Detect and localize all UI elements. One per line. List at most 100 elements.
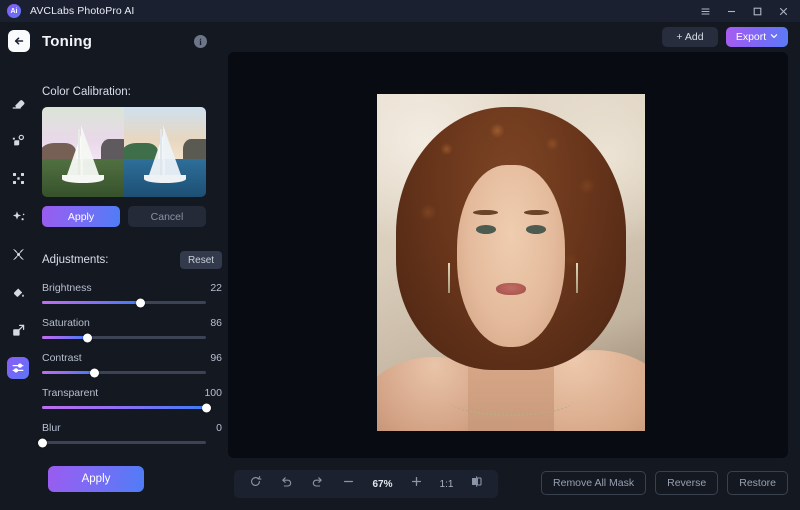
info-icon[interactable]: i <box>194 35 207 48</box>
sidebar-item-ai-retouch-tool[interactable] <box>7 129 29 151</box>
slider-brightness: Brightness 22 <box>42 282 222 307</box>
eraser-icon <box>11 95 26 110</box>
left-panel: Toning i Color Calibration: Apply Cancel… <box>0 22 228 510</box>
slider-value: 100 <box>204 387 222 399</box>
minus-icon <box>342 475 355 493</box>
sparkle-star-icon <box>11 209 26 224</box>
chevron-down-icon <box>770 31 778 43</box>
slider-transparent: Transparent 100 <box>42 387 222 412</box>
undo-button[interactable] <box>275 474 299 494</box>
sailboat-before-after-preview[interactable] <box>42 107 206 197</box>
sidebar-item-background-tool[interactable] <box>7 243 29 265</box>
paint-bucket-icon <box>11 285 26 300</box>
image-canvas[interactable] <box>228 52 788 458</box>
slider-track[interactable] <box>42 368 206 377</box>
remove-all-mask-button[interactable]: Remove All Mask <box>541 471 647 495</box>
slider-value: 0 <box>216 422 222 434</box>
app-window: Ai AVCLabs PhotoPro AI Toning i Color Ca… <box>0 0 800 510</box>
export-label: Export <box>735 31 767 43</box>
top-bar: + Add Export <box>228 22 800 52</box>
tool-rail <box>0 60 36 510</box>
zoom-out-button[interactable] <box>337 474 361 494</box>
panel-header: Toning i <box>0 22 228 60</box>
slider-thumb[interactable] <box>135 298 145 307</box>
sidebar-item-enhance-tool[interactable] <box>7 205 29 227</box>
slider-label: Blur <box>42 422 61 434</box>
undo-arrow-icon <box>280 475 293 493</box>
portrait-photo[interactable] <box>377 94 645 431</box>
calibration-apply-button[interactable]: Apply <box>42 206 120 227</box>
sidebar-item-color-fill-tool[interactable] <box>7 281 29 303</box>
magic-wand-sparkle-icon <box>11 133 26 148</box>
plus-icon <box>410 475 423 493</box>
color-calibration-label: Color Calibration: <box>42 86 131 98</box>
zoom-in-button[interactable] <box>405 474 429 494</box>
window-controls <box>692 0 796 22</box>
slider-thumb[interactable] <box>89 368 99 377</box>
restore-button[interactable]: Restore <box>727 471 788 495</box>
sliders-icon <box>11 361 25 375</box>
slider-fill <box>42 406 206 409</box>
expand-corners-icon <box>11 171 26 186</box>
slider-label: Transparent <box>42 387 99 399</box>
maximize-icon[interactable] <box>744 0 770 22</box>
export-button[interactable]: Export <box>726 27 788 47</box>
slider-thumb[interactable] <box>201 403 211 412</box>
sidebar-item-erase-tool[interactable] <box>7 91 29 113</box>
toning-panel-body: Color Calibration: Apply Cancel Adjustme… <box>36 60 228 510</box>
redo-button[interactable] <box>306 474 330 494</box>
refresh-circle-icon <box>249 475 262 493</box>
calibration-cancel-button[interactable]: Cancel <box>128 206 206 227</box>
slider-track[interactable] <box>42 298 206 307</box>
sidebar-item-upscale-tool[interactable] <box>7 167 29 189</box>
slider-fill <box>42 301 141 304</box>
sidebar-item-crop-resize-tool[interactable] <box>7 319 29 341</box>
title-bar: Ai AVCLabs PhotoPro AI <box>0 0 800 22</box>
mask-actions: Remove All Mask Reverse Restore <box>541 471 788 495</box>
adjustments-header: Adjustments: Reset <box>42 251 222 269</box>
adjustments-label: Adjustments: <box>42 254 109 266</box>
preview-after-half <box>124 107 206 197</box>
slider-label: Brightness <box>42 282 92 294</box>
slider-label: Saturation <box>42 317 90 329</box>
four-petal-icon <box>11 247 26 262</box>
fit-ratio-button[interactable]: 1:1 <box>436 479 458 490</box>
slider-contrast: Contrast 96 <box>42 352 222 377</box>
zoom-level: 67% <box>372 478 393 490</box>
compare-split-button[interactable] <box>465 474 489 494</box>
sidebar-item-toning-tool[interactable] <box>7 357 29 379</box>
back-arrow-icon[interactable] <box>8 30 30 52</box>
reverse-button[interactable]: Reverse <box>655 471 719 495</box>
split-compare-icon <box>470 475 483 493</box>
add-button[interactable]: + Add <box>662 27 718 47</box>
redo-arrow-icon <box>311 475 324 493</box>
apply-button[interactable]: Apply <box>48 466 144 492</box>
slider-value: 22 <box>210 282 222 294</box>
resize-arrow-icon <box>11 323 26 338</box>
bottom-bar: 67% 1:1 Remove All Mask Reverse Restore <box>228 464 800 510</box>
slider-value: 86 <box>210 317 222 329</box>
app-logo-text: Ai <box>10 7 18 15</box>
close-icon[interactable] <box>770 0 796 22</box>
canvas-toolbar: 67% 1:1 <box>234 470 498 498</box>
slider-thumb[interactable] <box>83 333 93 342</box>
slider-value: 96 <box>210 352 222 364</box>
slider-fill <box>42 371 95 374</box>
slider-track[interactable] <box>42 403 211 412</box>
hamburger-menu-icon[interactable] <box>692 0 718 22</box>
slider-track[interactable] <box>42 333 206 342</box>
slider-thumb[interactable] <box>37 438 47 447</box>
slider-label: Contrast <box>42 352 82 364</box>
app-logo-icon: Ai <box>7 4 21 18</box>
slider-blur: Blur 0 <box>37 422 222 447</box>
slider-saturation: Saturation 86 <box>42 317 222 342</box>
page-title: Toning <box>42 32 93 50</box>
preview-before-half <box>42 107 124 197</box>
slider-track[interactable] <box>37 438 206 447</box>
calibration-actions: Apply Cancel <box>42 206 228 227</box>
minimize-icon[interactable] <box>718 0 744 22</box>
info-glyph: i <box>199 36 202 47</box>
slider-fill <box>42 336 88 339</box>
reset-view-button[interactable] <box>244 474 268 494</box>
reset-button[interactable]: Reset <box>180 251 222 269</box>
